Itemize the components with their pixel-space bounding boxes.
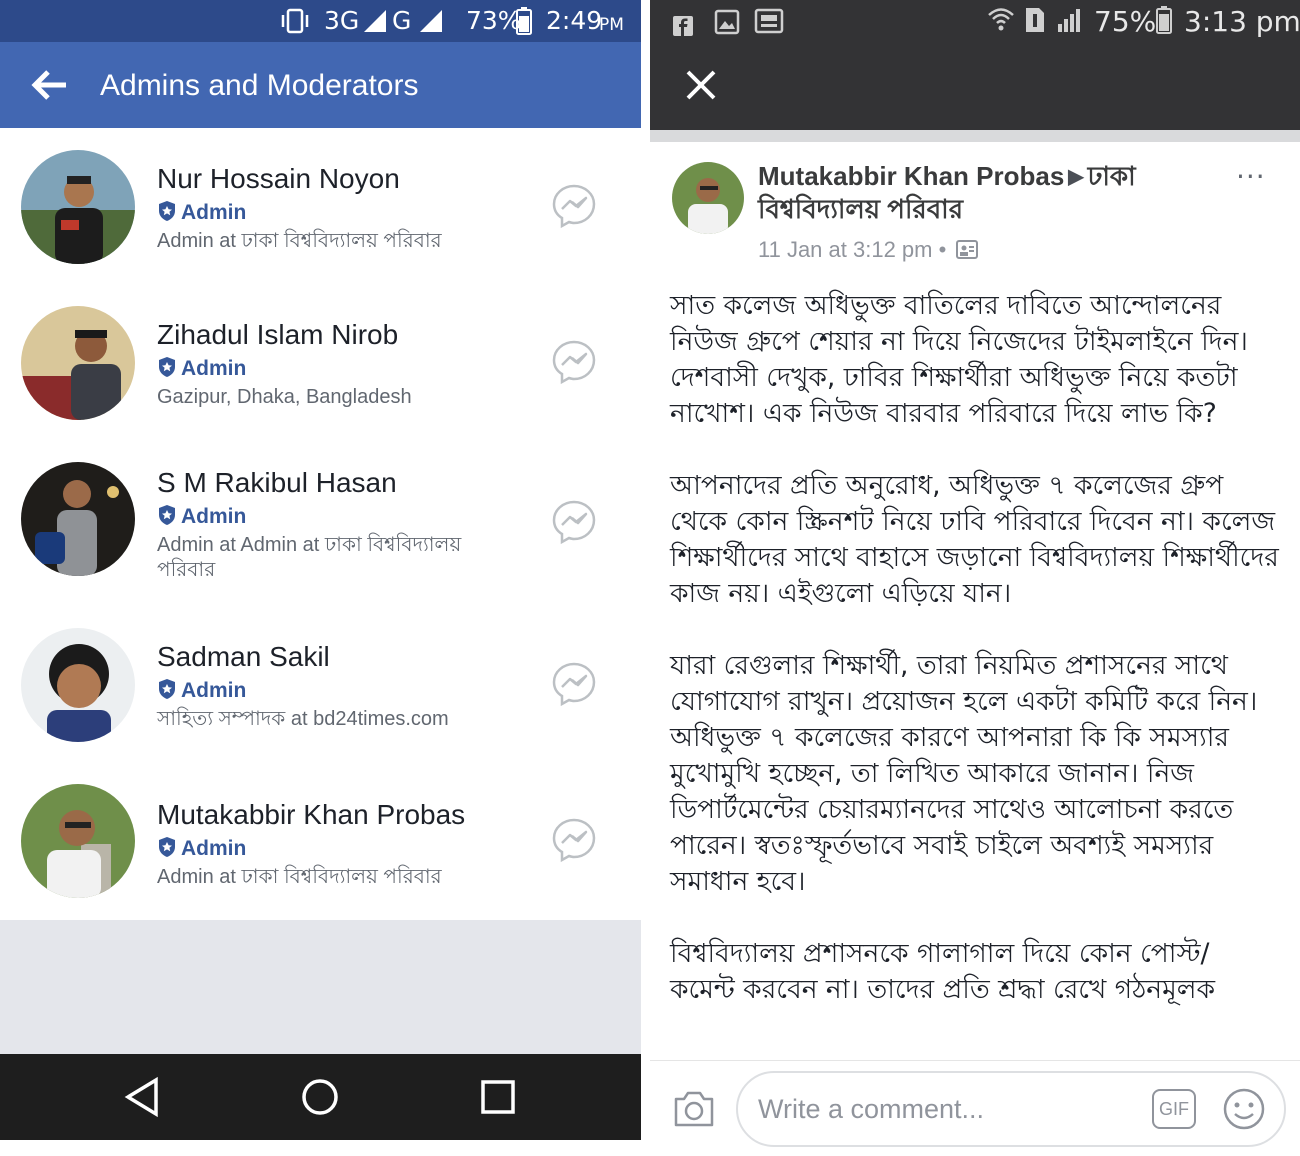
privacy-icon [956, 238, 979, 267]
messenger-icon[interactable] [550, 816, 598, 864]
member-row[interactable]: Mutakabbir Khan Probas Admin Admin at ঢা… [0, 772, 641, 920]
post-body: সাত কলেজ অধিভুক্ত বাতিলের দাবিতে আন্দোলন… [670, 288, 1280, 1044]
role-label: Admin [181, 357, 247, 380]
role-label: Admin [181, 201, 247, 224]
member-row[interactable]: S M Rakibul Hasan Admin Admin at Admin a… [0, 440, 641, 616]
post-paragraph: সাত কলেজ অধিভুক্ত বাতিলের দাবিতে আন্দোলন… [670, 290, 1248, 429]
role-label: Admin [181, 505, 247, 528]
status-time: 3:13 pm [1184, 5, 1300, 38]
messenger-icon[interactable] [550, 182, 598, 230]
post-timestamp[interactable]: 11 Jan at 3:12 pm [758, 237, 933, 262]
post-card: Mutakabbir Khan Probas ▶ ঢাকা বিশ্ববিদ্যাল… [650, 142, 1300, 1060]
more-icon[interactable]: ··· [1236, 160, 1266, 193]
member-subtitle: সাহিত্য সম্পাদক at bd24times.com [157, 708, 449, 730]
status-ampm: PM [599, 15, 624, 35]
admin-shield-icon [157, 678, 177, 707]
signal-icon [362, 8, 388, 41]
meta-separator: • [938, 237, 947, 262]
network2-label: G [392, 6, 412, 35]
divider-strip [650, 130, 1300, 142]
bottom-strip [0, 1140, 641, 1156]
nav-recents-icon[interactable] [478, 1076, 518, 1122]
role-badge: Admin [157, 504, 246, 533]
messenger-icon[interactable] [550, 338, 598, 386]
app-notification-icon [754, 6, 784, 45]
member-row[interactable]: Nur Hossain Noyon Admin Admin at ঢাকা বি… [0, 128, 641, 284]
emoji-icon[interactable] [1222, 1087, 1266, 1131]
close-icon[interactable] [684, 68, 718, 102]
admins-screen: 3G G 73% 2:49 PM Admins and Moderators N… [0, 0, 641, 1156]
status-time: 2:49 [546, 6, 603, 35]
back-arrow-icon[interactable] [30, 68, 70, 102]
messenger-icon[interactable] [550, 660, 598, 708]
network-label: 3G [324, 6, 360, 35]
member-row[interactable]: Sadman Sakil Admin সাহিত্য সম্পাদক at bd… [0, 616, 641, 772]
facebook-notification-icon [672, 10, 694, 46]
empty-area [0, 920, 641, 1054]
camera-icon[interactable] [672, 1089, 716, 1129]
post-paragraph: যারা রেগুলার শিক্ষার্থী, তারা নিয়মিত প্… [670, 650, 1258, 897]
post-screen: 75% 3:13 pm Mutakabbir Khan Probas ▶ ঢাকা … [650, 0, 1300, 1156]
post-paragraph: আপনাদের প্রতি অনুরোধ, অধিভুক্ত ৭ কলেজের … [670, 470, 1279, 609]
arrow-right-icon: ▶ [1068, 166, 1084, 188]
comment-placeholder[interactable]: Write a comment... [758, 1093, 984, 1125]
panel-divider [641, 0, 650, 1156]
post-paragraph: বিশ্ববিদ্যালয় প্রশাসনকে গালাগাল দিয়ে ক… [670, 938, 1216, 1005]
admins-list: Nur Hossain Noyon Admin Admin at ঢাকা বি… [0, 128, 641, 920]
member-subtitle: Admin at ঢাকা বিশ্ববিদ্যালয় পরিবার [157, 866, 442, 888]
nav-back-icon[interactable] [122, 1076, 162, 1122]
admin-shield-icon [157, 200, 177, 229]
wifi-icon [986, 4, 1016, 43]
battery-icon [516, 7, 532, 42]
comment-input[interactable]: Write a comment... GIF [736, 1071, 1286, 1147]
role-label: Admin [181, 837, 247, 860]
avatar[interactable] [21, 628, 135, 742]
vibrate-icon [278, 7, 312, 42]
messenger-icon[interactable] [550, 498, 598, 546]
top-bar: 75% 3:13 pm [650, 0, 1300, 130]
member-subtitle: Gazipur, Dhaka, Bangladesh [157, 386, 412, 408]
admin-shield-icon [157, 504, 177, 533]
android-nav-bar [0, 1054, 641, 1140]
member-row[interactable]: Zihadul Islam Nirob Admin Gazipur, Dhaka… [0, 284, 641, 440]
member-subtitle: Admin at ঢাকা বিশ্ববিদ্যালয় পরিবার [157, 230, 442, 252]
avatar[interactable] [21, 784, 135, 898]
avatar[interactable] [672, 162, 744, 234]
member-name[interactable]: Nur Hossain Noyon [157, 162, 400, 196]
role-badge: Admin [157, 836, 246, 865]
nav-home-icon[interactable] [300, 1076, 340, 1122]
member-name[interactable]: Mutakabbir Khan Probas [157, 798, 465, 832]
battery-icon [1156, 6, 1172, 43]
gif-icon[interactable]: GIF [1152, 1089, 1196, 1129]
post-header: Mutakabbir Khan Probas ▶ ঢাকা বিশ্ববিদ্যাল… [758, 160, 1198, 225]
role-badge: Admin [157, 678, 246, 707]
role-badge: Admin [157, 356, 246, 385]
post-meta: 11 Jan at 3:12 pm • [758, 236, 979, 267]
member-name[interactable]: Zihadul Islam Nirob [157, 318, 398, 352]
member-name[interactable]: Sadman Sakil [157, 640, 330, 674]
battery-percent: 75% [1094, 5, 1157, 38]
page-title: Admins and Moderators [100, 69, 419, 102]
app-bar: Admins and Moderators [0, 42, 641, 128]
member-name[interactable]: S M Rakibul Hasan [157, 466, 397, 500]
status-bar: 3G G 73% 2:49 PM [0, 0, 641, 42]
member-subtitle: Admin at Admin at ঢাকা বিশ্ববিদ্যালয় পর… [157, 534, 462, 581]
role-label: Admin [181, 679, 247, 702]
admin-shield-icon [157, 356, 177, 385]
avatar[interactable] [21, 306, 135, 420]
role-badge: Admin [157, 200, 246, 229]
signal-icon [1056, 6, 1084, 43]
sim-icon [1024, 6, 1046, 43]
avatar[interactable] [21, 150, 135, 264]
signal2-icon [418, 8, 444, 41]
author-name[interactable]: Mutakabbir Khan Probas [758, 161, 1064, 191]
admin-shield-icon [157, 836, 177, 865]
avatar[interactable] [21, 462, 135, 576]
comment-bar: Write a comment... GIF [650, 1060, 1300, 1156]
gallery-notification-icon [714, 8, 740, 44]
battery-percent: 73% [466, 6, 522, 35]
